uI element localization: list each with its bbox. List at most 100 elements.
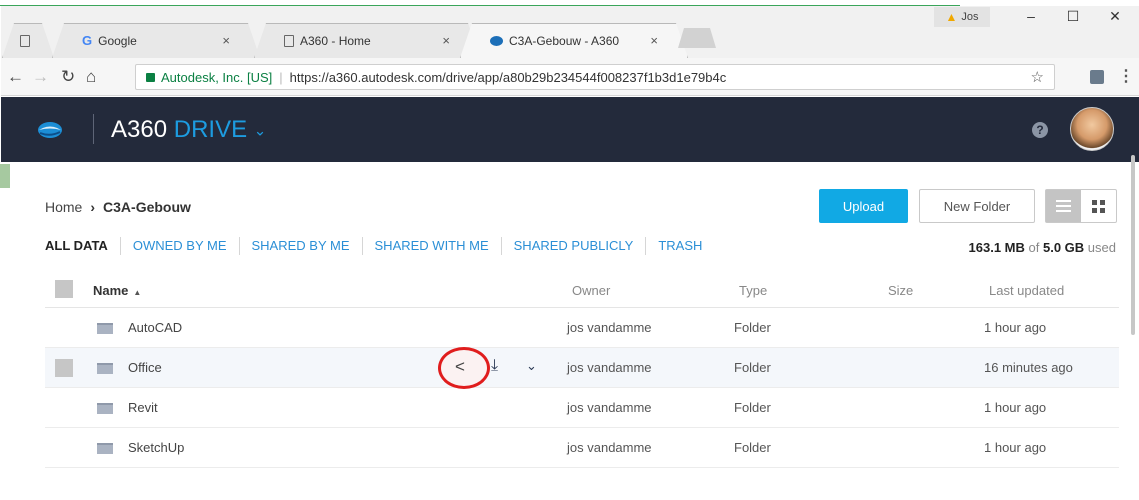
tab-label: A360 - Home [300,33,371,48]
filter-shared-with-me[interactable]: SHARED WITH ME [361,237,501,255]
column-name-label: Name [93,283,129,298]
scrollbar[interactable] [1131,155,1135,335]
folder-name[interactable]: AutoCAD [128,320,182,335]
filter-shared-by-me[interactable]: SHARED BY ME [238,237,362,255]
row-actions: < ⤓ ⌄ [438,347,558,389]
list-view-icon [1056,200,1071,212]
table-row[interactable]: Revit jos vandamme Folder 1 hour ago [45,388,1119,428]
tab-google[interactable]: G Google × [52,23,260,58]
tab-blank[interactable] [2,23,54,58]
home-icon[interactable]: ⌂ [86,67,96,87]
table-header: Name ▲ Owner Type Size Last updated [45,272,1119,308]
folder-icon [97,363,113,374]
close-icon[interactable]: × [442,33,450,48]
close-window-button[interactable]: ✕ [1095,8,1135,28]
row-type: Folder [734,440,771,455]
google-icon: G [82,33,93,48]
list-view-button[interactable] [1046,190,1081,222]
storage-suffix: used [1087,240,1116,255]
column-last-updated[interactable]: Last updated [989,283,1064,298]
column-owner[interactable]: Owner [572,283,610,298]
tab-a360-home[interactable]: A360 - Home × [254,23,480,58]
filter-trash[interactable]: TRASH [645,237,714,255]
row-updated: 1 hour ago [984,440,1047,455]
app-header: A360 DRIVE ⌄ ? [1,97,1139,162]
breadcrumb-home[interactable]: Home [45,199,82,215]
profile-name: Jos [961,11,979,23]
avatar[interactable] [1070,107,1114,151]
back-icon[interactable]: ← [7,67,24,87]
new-folder-button[interactable]: New Folder [919,189,1035,223]
breadcrumb-current: C3A-Gebouw [103,199,191,215]
maximize-button[interactable]: ☐ [1053,8,1093,28]
help-icon[interactable]: ? [1032,122,1048,138]
sort-ascending-icon: ▲ [133,288,142,297]
filter-all-data[interactable]: ALL DATA [45,237,120,255]
close-icon[interactable]: × [650,33,658,48]
main-content: Home › C3A-Gebouw Upload New Folder ALL … [1,162,1139,500]
minimize-button[interactable]: – [1011,8,1051,28]
row-type: Folder [734,320,771,335]
table-row[interactable]: SketchUp jos vandamme Folder 1 hour ago [45,428,1119,468]
browser-menu-icon[interactable]: ⋮ [1118,66,1134,86]
app-title[interactable]: A360 DRIVE ⌄ [111,116,266,144]
address-bar: ← → ↻ ⌂ Autodesk, Inc. [US] | https://a3… [1,58,1139,96]
column-type[interactable]: Type [739,283,767,298]
new-tab-button[interactable] [678,28,716,48]
row-updated: 16 minutes ago [984,360,1073,375]
profile-badge[interactable]: ▲ Jos [934,7,990,27]
storage-of: of [1028,240,1040,255]
app-title-accent: DRIVE [173,116,248,143]
url-field[interactable]: Autodesk, Inc. [US] | https://a360.autod… [135,64,1055,90]
row-owner: jos vandamme [567,360,652,375]
filter-shared-publicly[interactable]: SHARED PUBLICLY [500,237,646,255]
forward-icon[interactable]: → [32,67,49,87]
breadcrumb: Home › C3A-Gebouw [45,199,191,215]
row-type: Folder [734,360,771,375]
tab-label: Google [98,33,137,48]
storage-total: 5.0 GB [1042,240,1085,255]
folder-icon [97,323,113,334]
row-owner: jos vandamme [567,400,652,415]
tab-c3a-gebouw[interactable]: C3A-Gebouw - A360 × [460,23,688,58]
blank-page-icon [20,34,30,47]
reload-icon[interactable]: ↻ [61,67,75,87]
a360-icon [490,35,503,46]
warning-icon: ▲ [945,10,958,24]
table-row[interactable]: Office < ⤓ ⌄ jos vandamme Folder 16 minu… [45,347,1119,389]
header-divider [93,114,94,144]
breadcrumb-separator-icon: › [90,199,96,215]
storage-usage: 163.1 MB of 5.0 GB used [969,240,1116,255]
download-icon[interactable]: ⤓ [491,357,498,375]
folder-name[interactable]: Revit [128,400,158,415]
upload-button[interactable]: Upload [819,189,908,223]
row-checkbox[interactable] [55,359,73,377]
a360-logo-icon[interactable] [37,121,63,139]
url-text[interactable]: https://a360.autodesk.com/drive/app/a80b… [290,70,727,85]
column-size[interactable]: Size [888,283,913,298]
close-icon[interactable]: × [222,33,230,48]
filter-owned-by-me[interactable]: OWNED BY ME [119,237,239,255]
bookmark-star-icon[interactable]: ☆ [1031,68,1044,86]
lock-icon [146,72,155,82]
view-toggle [1045,189,1117,223]
folder-name[interactable]: Office [128,360,162,375]
row-owner: jos vandamme [567,440,652,455]
row-updated: 1 hour ago [984,400,1047,415]
url-separator: | [279,69,283,85]
folder-icon [97,443,113,454]
site-identity[interactable]: Autodesk, Inc. [US] [161,70,272,85]
select-all-checkbox[interactable] [55,280,73,298]
row-owner: jos vandamme [567,320,652,335]
folder-name[interactable]: SketchUp [128,440,184,455]
chevron-down-icon[interactable]: ⌄ [526,358,537,374]
extension-icon[interactable] [1090,70,1104,84]
blank-page-icon [284,34,294,47]
grid-view-button[interactable] [1081,190,1116,222]
side-marker [0,164,10,188]
tab-label: C3A-Gebouw - A360 [509,33,620,48]
column-name[interactable]: Name ▲ [93,283,141,298]
share-icon[interactable]: < [455,357,465,377]
app-title-main: A360 [111,116,168,143]
table-row[interactable]: AutoCAD jos vandamme Folder 1 hour ago [45,308,1119,348]
